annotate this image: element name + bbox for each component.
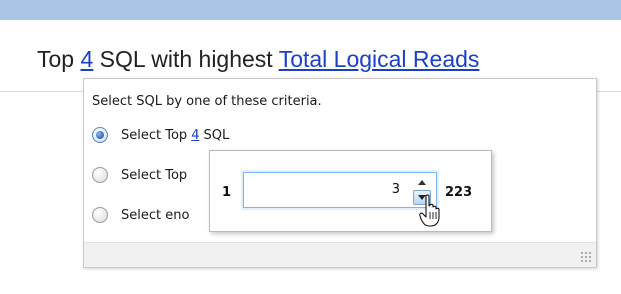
- count-spinner-input[interactable]: 3: [243, 172, 437, 208]
- spinner-down-button[interactable]: [413, 190, 431, 205]
- spinner-popup: 1 3 223: [209, 150, 492, 232]
- option-select-enough[interactable]: Select eno: [92, 204, 189, 226]
- option-label-before: Select Top: [121, 127, 188, 143]
- chevron-up-icon: [418, 179, 426, 185]
- top-count-link[interactable]: 4: [80, 46, 93, 72]
- metric-link[interactable]: Total Logical Reads: [279, 46, 480, 72]
- option-select-top-percent[interactable]: Select Top: [92, 164, 187, 186]
- resize-grip-icon[interactable]: [580, 251, 592, 263]
- option-select-top-n[interactable]: Select Top 4 SQL: [92, 124, 229, 146]
- radio-select-enough[interactable]: [92, 207, 108, 223]
- option-count-link[interactable]: 4: [191, 128, 199, 143]
- chevron-down-icon: [418, 195, 426, 200]
- radio-select-top-n[interactable]: [92, 127, 108, 143]
- option-label-after: SQL: [203, 127, 230, 143]
- criteria-instruction: Select SQL by one of these criteria.: [92, 94, 322, 109]
- title-middle: SQL with highest: [99, 46, 273, 72]
- title-prefix: Top: [37, 46, 75, 72]
- top-bar: [0, 0, 621, 20]
- page-title: Top 4 SQL with highest Total Logical Rea…: [37, 44, 479, 74]
- spinner-min-label: 1: [222, 185, 232, 200]
- spinner-max-label: 223: [445, 185, 473, 200]
- radio-select-top-percent[interactable]: [92, 167, 108, 183]
- option-label: Select Top: [121, 167, 188, 183]
- popup-footer: [84, 242, 596, 267]
- option-label: Select eno: [121, 207, 190, 223]
- spinner-value[interactable]: 3: [392, 182, 400, 197]
- spinner-up-button[interactable]: [414, 176, 430, 188]
